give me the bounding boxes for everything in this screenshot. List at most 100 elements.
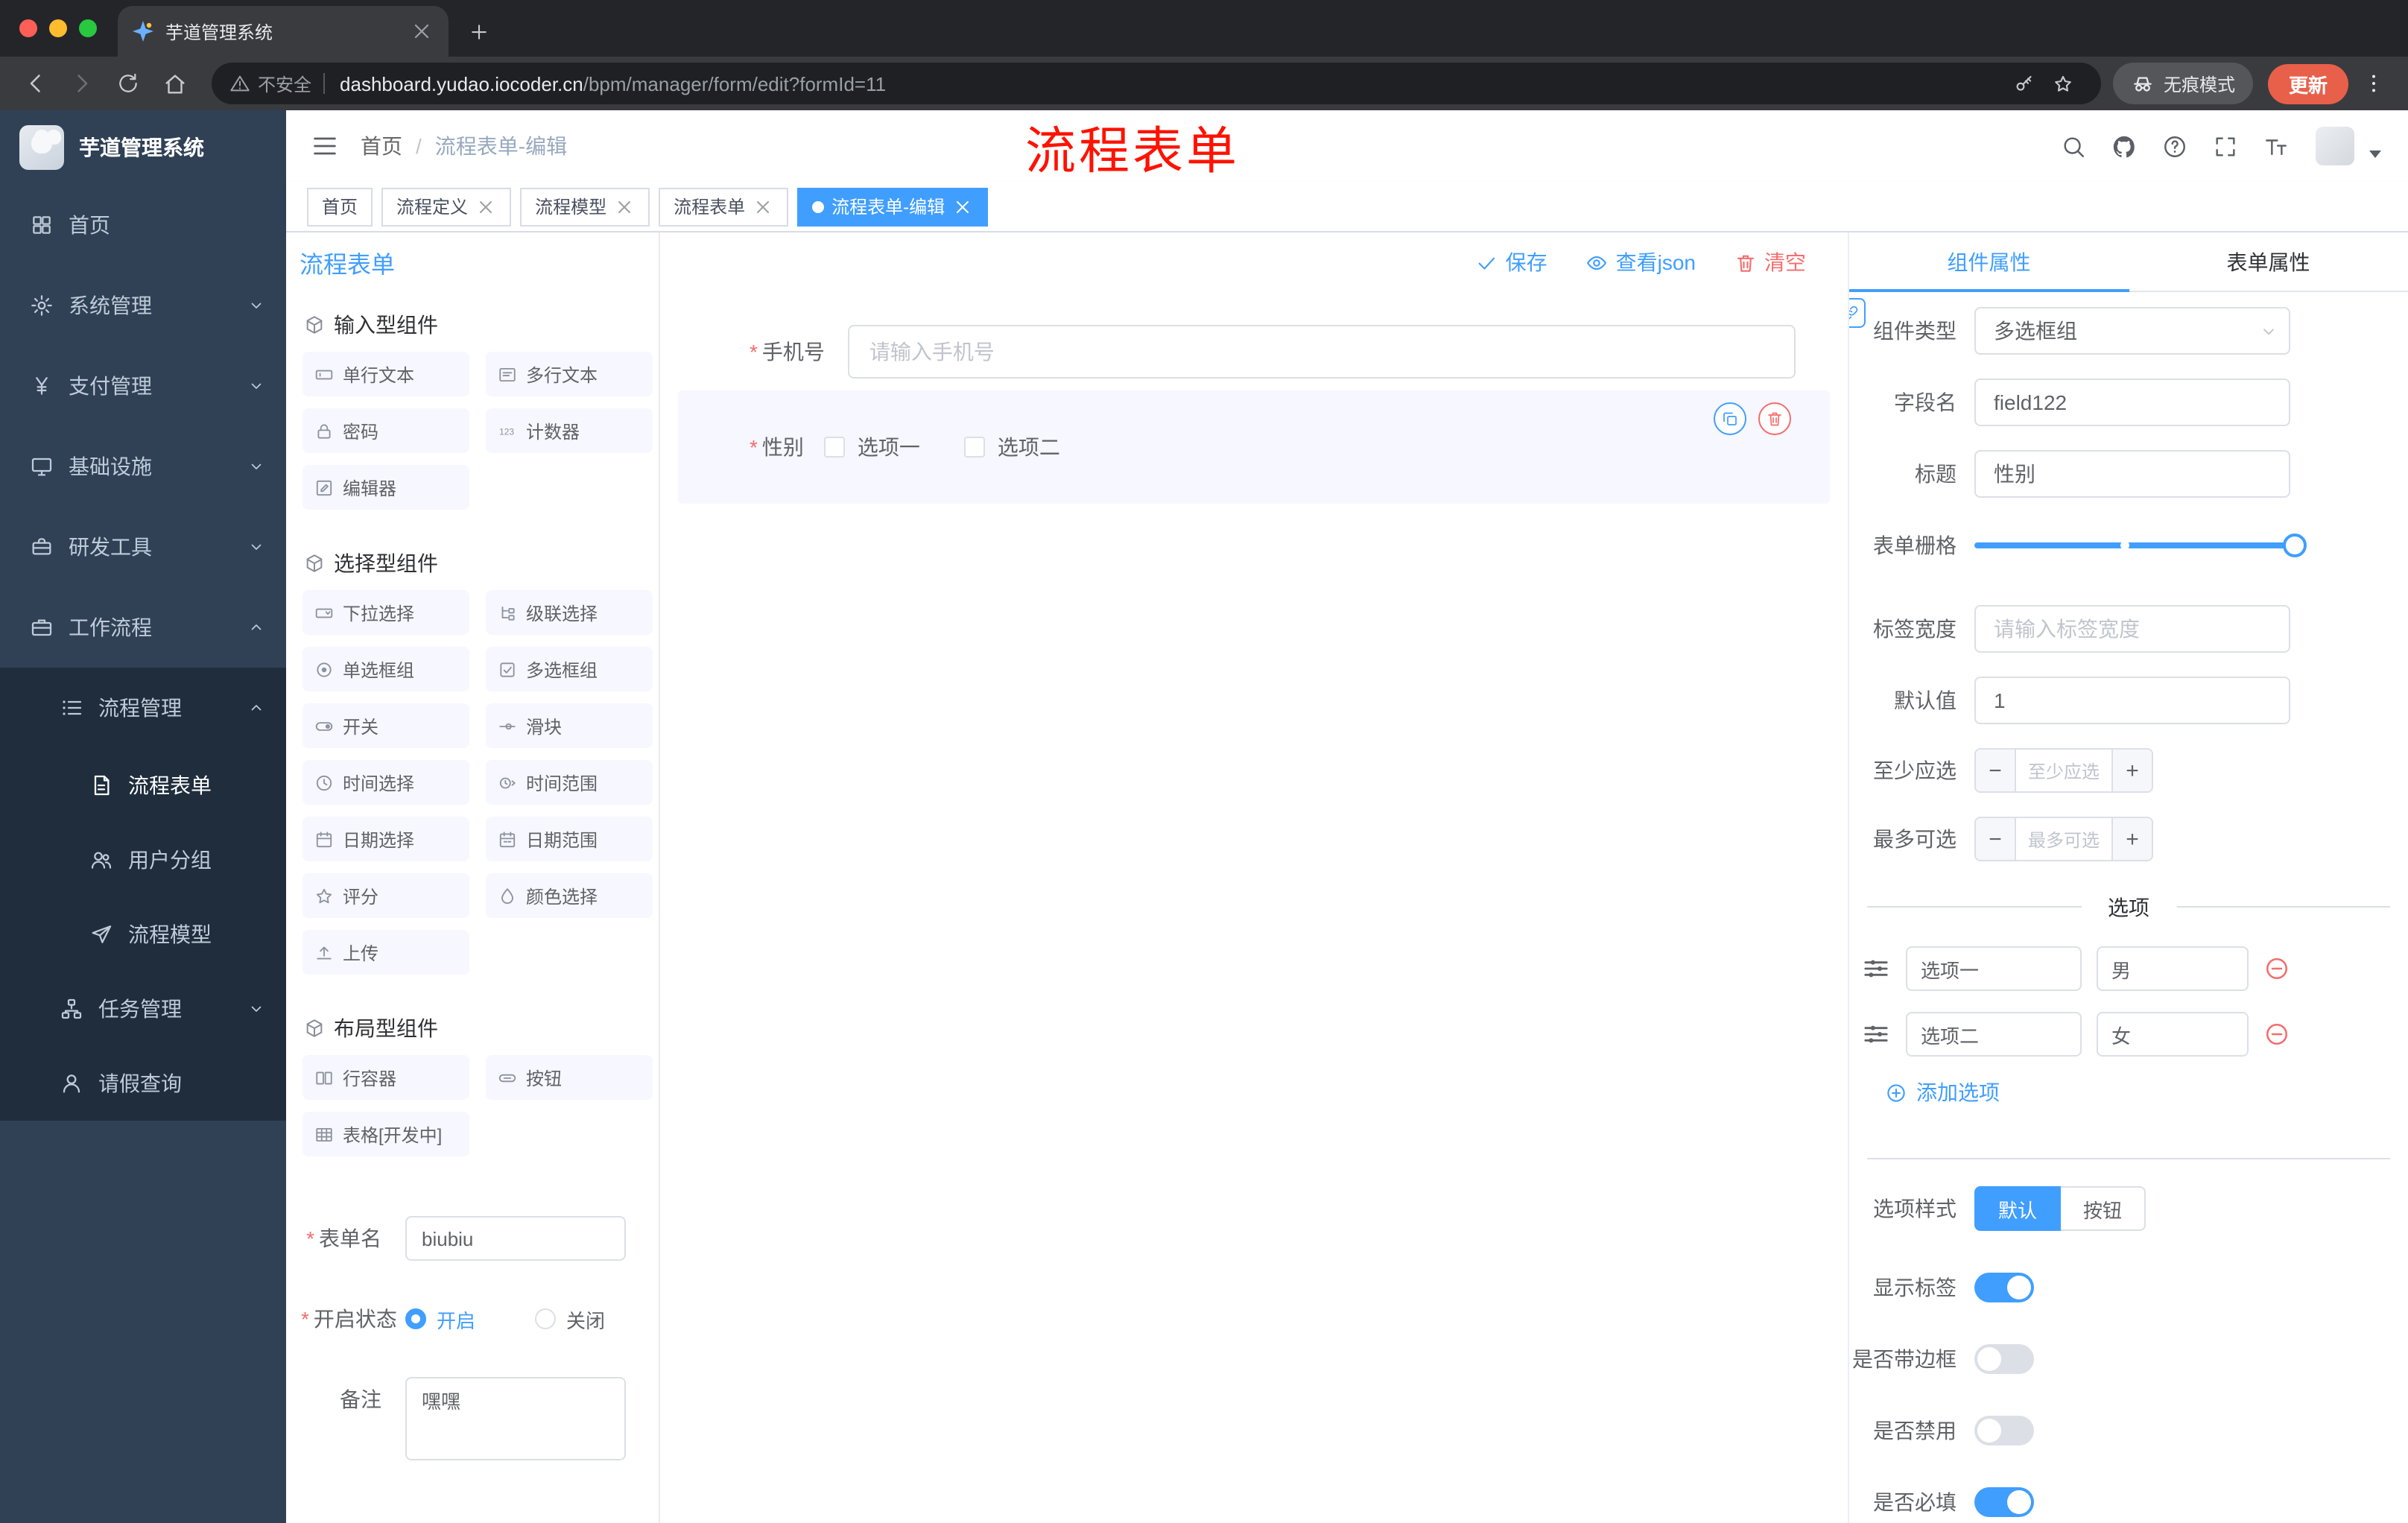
hamburger-icon[interactable]: [310, 131, 340, 161]
widget-delete-button[interactable]: [1758, 402, 1791, 435]
clear-button[interactable]: 清空: [1734, 247, 1806, 277]
checkbox[interactable]: [964, 437, 986, 457]
radio-off-label[interactable]: 关闭: [566, 1305, 605, 1333]
stepper-increase-button[interactable]: +: [2113, 818, 2152, 860]
form-remark-textarea[interactable]: 嘿嘿: [405, 1377, 626, 1460]
tab-form-props[interactable]: 表单属性: [2129, 232, 2408, 291]
checkbox[interactable]: [824, 437, 846, 457]
new-tab-button[interactable]: [457, 10, 499, 52]
tag-process-form-edit[interactable]: 流程表单-编辑: [797, 187, 989, 226]
form-name-input[interactable]: [405, 1216, 626, 1261]
tag-close-icon[interactable]: [952, 196, 973, 217]
tag-width-input[interactable]: [1974, 605, 2290, 653]
tag-home[interactable]: 首页: [307, 187, 373, 226]
palette-item-single-line-text[interactable]: 单行文本: [302, 352, 469, 396]
drag-handle-icon[interactable]: [1861, 1019, 1891, 1049]
sidebar-item-payment[interactable]: 支付管理: [0, 346, 286, 426]
checkbox-option-1[interactable]: 选项一: [824, 432, 920, 462]
sidebar-item-infrastructure[interactable]: 基础设施: [0, 426, 286, 507]
palette-item-slider[interactable]: 滑块: [486, 703, 653, 748]
palette-item-color-picker[interactable]: 颜色选择: [486, 873, 653, 918]
sidebar-item-process-form[interactable]: 流程表单: [0, 748, 286, 823]
disabled-toggle[interactable]: [1974, 1416, 2034, 1446]
option-value-input[interactable]: [2097, 1012, 2249, 1057]
style-button-button[interactable]: 按钮: [2061, 1186, 2146, 1231]
sidebar-item-task-management[interactable]: 任务管理: [0, 972, 286, 1046]
address-bar[interactable]: 不安全 dashboard.yudao.iocoder.cn/bpm/manag…: [212, 63, 2101, 104]
palette-item-editor[interactable]: 编辑器: [302, 465, 469, 510]
checkbox-option-2[interactable]: 选项二: [964, 432, 1060, 462]
user-avatar[interactable]: [2316, 127, 2354, 165]
palette-item-multi-line-text[interactable]: 多行文本: [486, 352, 653, 396]
sidebar-item-user-groups[interactable]: 用户分组: [0, 823, 286, 897]
browser-tab[interactable]: 芋道管理系统: [118, 6, 449, 57]
bookmark-button[interactable]: [2044, 64, 2083, 103]
palette-item-dropdown[interactable]: 下拉选择: [302, 590, 469, 635]
palette-item-date-range[interactable]: 日期范围: [486, 817, 653, 861]
radio-on-label[interactable]: 开启: [437, 1305, 475, 1333]
app-logo[interactable]: 芋道管理系统: [0, 110, 286, 185]
window-close-button[interactable]: [19, 19, 37, 37]
stepper-decrease-button[interactable]: −: [1976, 750, 2015, 791]
option-label-input[interactable]: [1906, 946, 2082, 991]
tag-close-icon[interactable]: [752, 196, 773, 217]
sidebar-item-workflow[interactable]: 工作流程: [0, 587, 286, 668]
breadcrumb-home[interactable]: 首页: [361, 131, 402, 161]
palette-item-switch[interactable]: 开关: [302, 703, 469, 748]
option-value-input[interactable]: [2097, 946, 2249, 991]
tab-component-props[interactable]: 组件属性: [1849, 232, 2129, 292]
reload-button[interactable]: [107, 63, 149, 104]
sidebar-item-process-management[interactable]: 流程管理: [0, 668, 286, 748]
browser-menu-button[interactable]: [2354, 64, 2393, 103]
window-minimize-button[interactable]: [49, 19, 67, 37]
view-json-button[interactable]: 查看json: [1586, 247, 1696, 277]
font-size-button[interactable]: [2253, 124, 2298, 168]
password-key-button[interactable]: [2006, 64, 2044, 103]
radio-off[interactable]: [535, 1308, 557, 1329]
help-button[interactable]: [2152, 124, 2196, 168]
show-label-toggle[interactable]: [1974, 1273, 2034, 1302]
radio-on[interactable]: [405, 1308, 426, 1329]
tag-process-definition[interactable]: 流程定义: [381, 187, 512, 226]
palette-item-upload[interactable]: 上传: [302, 930, 469, 975]
palette-item-time-range[interactable]: 时间范围: [486, 760, 653, 805]
tag-close-icon[interactable]: [475, 196, 496, 217]
github-button[interactable]: [2101, 124, 2146, 168]
home-button[interactable]: [153, 63, 195, 104]
palette-item-rate[interactable]: 评分: [302, 873, 469, 918]
stepper-decrease-button[interactable]: −: [1976, 818, 2015, 860]
back-button[interactable]: [15, 63, 57, 104]
tag-close-icon[interactable]: [614, 196, 635, 217]
stepper-increase-button[interactable]: +: [2113, 750, 2152, 791]
add-option-button[interactable]: 添加选项: [1885, 1077, 2408, 1107]
fullscreen-button[interactable]: [2202, 124, 2247, 168]
palette-item-checkbox-group[interactable]: 多选框组: [486, 647, 653, 691]
window-zoom-button[interactable]: [79, 19, 97, 37]
remove-option-icon[interactable]: [2263, 1021, 2290, 1048]
sidebar-item-process-model[interactable]: 流程模型: [0, 897, 286, 972]
palette-item-password[interactable]: 密码: [302, 408, 469, 453]
field-name-input[interactable]: [1974, 379, 2290, 426]
palette-item-row-container[interactable]: 行容器: [302, 1055, 469, 1100]
option-label-input[interactable]: [1906, 1012, 2082, 1057]
widget-gender-field-selected[interactable]: 性别 选项一 选项二: [678, 390, 1830, 504]
sidebar-item-home[interactable]: 首页: [0, 185, 286, 265]
stepper-value[interactable]: 最多可选: [2015, 818, 2113, 860]
tab-close-icon[interactable]: [410, 19, 434, 43]
palette-item-time-picker[interactable]: 时间选择: [302, 760, 469, 805]
search-button[interactable]: [2050, 124, 2095, 168]
style-default-button[interactable]: 默认: [1974, 1186, 2062, 1231]
remove-option-icon[interactable]: [2263, 955, 2290, 982]
component-type-select[interactable]: 多选框组: [1974, 307, 2290, 355]
tag-process-model[interactable]: 流程模型: [520, 187, 650, 226]
grid-slider[interactable]: [1974, 522, 2307, 569]
border-toggle[interactable]: [1974, 1344, 2034, 1374]
forward-button[interactable]: [61, 63, 103, 104]
palette-item-date-picker[interactable]: 日期选择: [302, 817, 469, 861]
palette-item-radio-group[interactable]: 单选框组: [302, 647, 469, 691]
stepper-value[interactable]: 至少应选: [2015, 750, 2113, 791]
save-button[interactable]: 保存: [1476, 247, 1547, 277]
phone-input[interactable]: [848, 325, 1796, 379]
browser-update-button[interactable]: 更新: [2267, 63, 2348, 104]
palette-item-table[interactable]: 表格[开发中]: [302, 1112, 469, 1156]
